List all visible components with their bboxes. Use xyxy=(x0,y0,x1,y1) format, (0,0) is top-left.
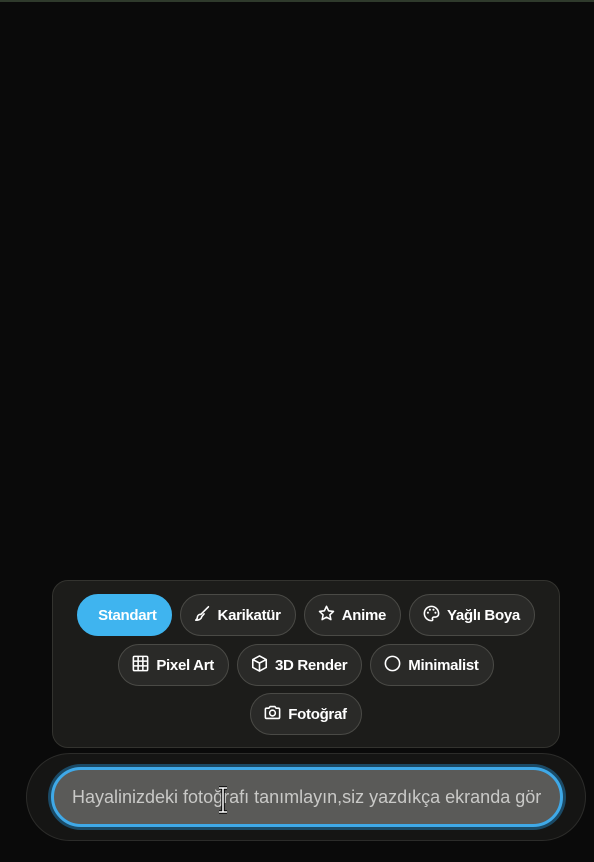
style-chip-3d-render[interactable]: 3D Render xyxy=(236,644,363,686)
star-icon xyxy=(317,604,336,627)
style-chip-label: Yağlı Boya xyxy=(447,606,520,624)
style-chip-label: Fotoğraf xyxy=(288,705,347,723)
prompt-bar xyxy=(26,753,586,841)
style-selector-panel: Standart Karikatür Anime Yağlı Boya Pixe… xyxy=(52,580,560,748)
style-chip-label: Karikatür xyxy=(217,606,281,624)
style-chip-anime[interactable]: Anime xyxy=(303,594,402,636)
style-chip-yagli-boya[interactable]: Yağlı Boya xyxy=(409,594,535,636)
cube-icon xyxy=(250,654,269,677)
circle-icon xyxy=(383,654,402,677)
brush-icon xyxy=(193,604,212,627)
grid-icon xyxy=(131,654,150,677)
style-chip-minimalist[interactable]: Minimalist xyxy=(370,644,494,686)
style-chip-label: Standart xyxy=(98,606,157,624)
style-chip-karikatur[interactable]: Karikatür xyxy=(179,594,296,636)
style-row-3: Fotoğraf xyxy=(53,693,559,735)
top-divider xyxy=(0,0,594,2)
camera-icon xyxy=(263,703,282,726)
style-chip-fotograf[interactable]: Fotoğraf xyxy=(250,693,362,735)
style-row-1: Standart Karikatür Anime Yağlı Boya xyxy=(53,594,559,636)
app-page: Standart Karikatür Anime Yağlı Boya Pixe… xyxy=(0,0,594,862)
style-chip-pixel-art[interactable]: Pixel Art xyxy=(118,644,229,686)
style-chip-standart[interactable]: Standart xyxy=(77,594,172,636)
style-chip-label: Pixel Art xyxy=(156,656,214,674)
style-chip-label: Minimalist xyxy=(408,656,479,674)
style-row-2: Pixel Art 3D Render Minimalist xyxy=(53,644,559,686)
palette-icon xyxy=(422,604,441,627)
style-chip-label: Anime xyxy=(341,606,387,624)
style-chip-label: 3D Render xyxy=(274,656,348,674)
prompt-input-wrapper xyxy=(51,767,563,827)
prompt-input[interactable] xyxy=(54,770,560,824)
